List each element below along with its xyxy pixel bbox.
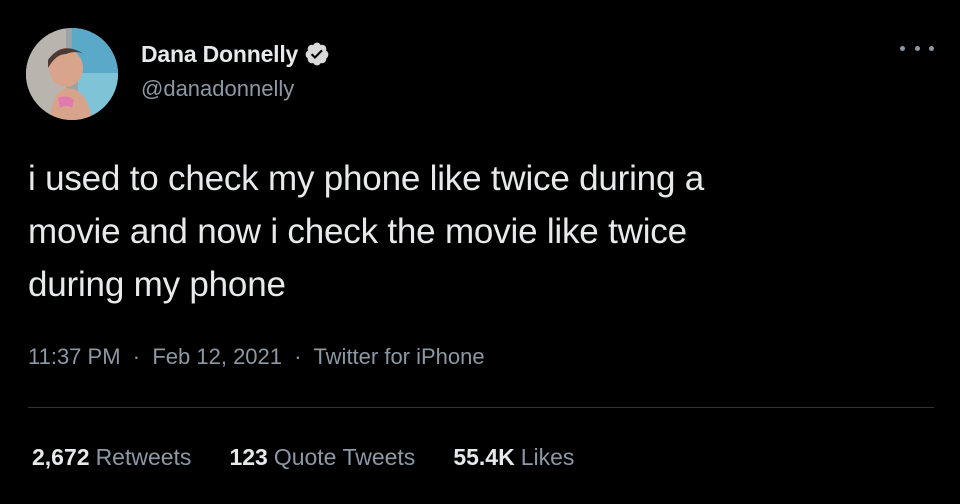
retweets-label: Retweets [95,444,192,470]
tweet-time[interactable]: 11:37 PM [28,344,121,369]
quote-tweets-count: 123 [229,444,268,470]
profile-photo-icon [26,28,118,120]
retweets-count: 2,672 [32,444,90,470]
tweet-meta: 11:37 PM · Feb 12, 2021 · Twitter for iP… [28,344,485,370]
tweet-date[interactable]: Feb 12, 2021 [152,344,282,369]
divider [28,407,934,408]
avatar[interactable] [26,28,118,120]
more-options-icon[interactable] [900,38,934,58]
engagement-stats: 2,672 Retweets 123 Quote Tweets 55.4K Likes [32,444,612,471]
verified-badge-icon [304,41,330,67]
meta-separator: · [126,344,147,369]
tweet-text-line: during my phone [28,265,286,304]
tweet-text: i used to check my phone like twice duri… [28,152,928,311]
more-dot [900,45,905,51]
retweets-stat[interactable]: 2,672 Retweets [32,444,191,471]
likes-stat[interactable]: 55.4K Likes [453,444,574,471]
quote-tweets-label: Quote Tweets [273,444,416,470]
quote-tweets-stat[interactable]: 123 Quote Tweets [229,444,415,471]
more-dot [929,45,934,51]
tweet-source[interactable]: Twitter for iPhone [313,344,484,369]
author-handle[interactable]: @danadonnelly [141,76,294,102]
likes-count: 55.4K [453,444,515,470]
tweet-text-line: i used to check my phone like twice duri… [28,159,705,198]
meta-separator: · [288,344,308,369]
author-display-name[interactable]: Dana Donnelly [141,41,298,68]
tweet-card: Dana Donnelly @danadonnelly i used to ch… [0,0,960,504]
likes-label: Likes [520,444,575,470]
author-name-row: Dana Donnelly [141,38,330,70]
tweet-text-line: movie and now i check the movie like twi… [28,212,687,251]
more-dot [914,45,920,51]
